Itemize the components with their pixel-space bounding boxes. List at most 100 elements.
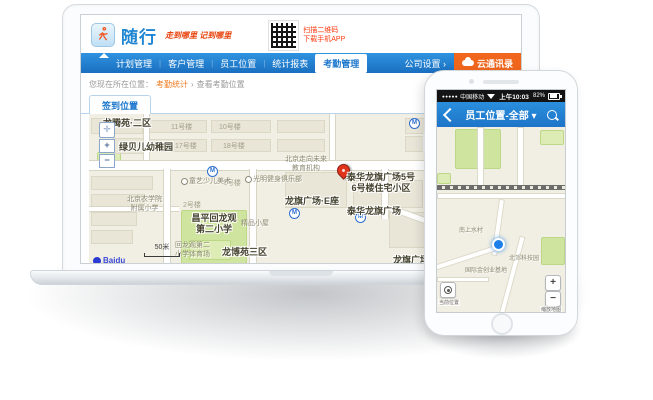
phone-zoom-out-button[interactable]: −: [545, 291, 561, 307]
map-scale: 50米: [144, 242, 180, 257]
poi-icon: [245, 175, 252, 183]
nav-item-customer[interactable]: 客户管理: [161, 57, 211, 70]
breadcrumb-prefix: 您现在所在位置：: [89, 80, 153, 89]
locate-caption: 当前位置: [438, 299, 461, 306]
map-label-stadium-line1: 回龙观第二: [175, 242, 210, 249]
map-green-area: [540, 130, 564, 145]
phone-map[interactable]: 南上水村 北郊科技园 国际金创业基地 当前位置 + − 缩放地图: [437, 127, 565, 312]
map-label-shop: 精品小屋: [241, 220, 269, 227]
breadcrumb-separator: ›: [191, 80, 194, 89]
map-label-art-school: 童艺少儿美术: [181, 176, 231, 186]
map-label-residence-line2: 6号楼住宅小区: [351, 183, 411, 194]
map-label-creative-base: 国际金创业基地: [465, 268, 508, 274]
brand-name: 随行: [121, 27, 157, 47]
runner-icon: [99, 27, 108, 41]
app-logo-icon: [91, 23, 115, 47]
caret-down-icon: ▾: [531, 111, 537, 122]
map-label-gym: 光明健身俱乐部: [245, 174, 302, 184]
qr-code: [268, 19, 300, 51]
locate-me-button[interactable]: [440, 282, 456, 298]
map-label-district-south: 龙博苑三区: [222, 247, 268, 257]
phone-nav-bar: 员工位置-全部 ▾: [437, 102, 565, 127]
signal-dots-icon: ●●●●●: [442, 93, 459, 99]
map-label-stadium: 回龙观第二 小学体育场: [175, 242, 210, 260]
front-camera: [469, 79, 474, 84]
map-label-agri-school: 北京农学院 附属小学: [127, 196, 162, 214]
tab-signin-location[interactable]: 签到位置: [89, 95, 152, 116]
nav-item-reports[interactable]: 统计报表: [265, 57, 315, 70]
nav-item-attendance-active[interactable]: 考勤管理: [315, 53, 368, 73]
map-scale-label: 50米: [154, 244, 170, 251]
map-label-agri-line1: 北京农学院: [127, 196, 162, 203]
map-scale-bar: [144, 253, 180, 257]
map-building: [91, 230, 133, 244]
map-label-residence: 泰华龙旗广场5号 6号楼住宅小区: [321, 172, 441, 195]
nav-home[interactable]: [91, 58, 109, 68]
home-button[interactable]: [491, 313, 513, 335]
map-label-village: 南上水村: [459, 228, 484, 234]
map-zoom-in-button[interactable]: +: [99, 139, 115, 153]
map-green-area: [541, 237, 565, 265]
cloud-contacts-label: 云通讯录: [476, 58, 513, 69]
cloud-icon: [461, 57, 474, 66]
map-label-school-line2: 第二小学: [195, 224, 232, 235]
map-building: [277, 120, 325, 133]
qr-caption-line2: 下载手机APP: [303, 36, 346, 43]
laptop-base-notch: [269, 271, 333, 276]
map-pan-zoom-control: ✛ + −: [99, 122, 115, 168]
battery-percent: 82%: [532, 93, 545, 99]
status-time: 上午10:03: [499, 94, 529, 101]
map-label-building: 2号楼: [183, 202, 201, 209]
phone-zoom-caption: 缩放地图: [540, 306, 563, 312]
map-label-building: 11号楼: [171, 124, 193, 131]
earpiece: [483, 80, 519, 84]
map-label-edu-line1: 北京走向未来: [285, 156, 327, 163]
map-label-edu: 北京走向未来 教育机构: [285, 156, 327, 174]
breadcrumb-link-attendance[interactable]: 考勤统计: [156, 79, 188, 90]
metro-station-icon: M: [289, 208, 300, 219]
phone-zoom-in-button[interactable]: +: [545, 275, 561, 291]
brand-tagline: 走到哪里 记到哪里: [165, 30, 232, 40]
qr-caption: 扫描二维码 下载手机APP: [303, 26, 345, 45]
breadcrumb-current: 查看考勤位置: [196, 80, 245, 89]
company-settings-link[interactable]: 公司设置 ›: [396, 57, 454, 70]
phone-title-text: 员工位置-全部: [465, 111, 529, 122]
phone-screen: ●●●●● 中国移动 上午10:03 82% 员工位置-全部 ▾ 南上水村 北郊…: [436, 89, 566, 313]
nav-item-plan[interactable]: 计划管理: [109, 57, 159, 70]
map-road: [437, 193, 565, 199]
map-label-building: 10号楼: [219, 124, 241, 131]
map-pan-pad[interactable]: ✛: [99, 122, 115, 138]
locate-icon: [444, 286, 452, 294]
map-label-building: 17号楼: [175, 143, 197, 150]
railway-line: [437, 185, 565, 190]
map-label-plaza-e: 龙旗广场·E座: [285, 196, 340, 206]
phone-status-bar: ●●●●● 中国移动 上午10:03 82%: [437, 90, 565, 102]
baidu-logo-text: Baidu: [103, 256, 126, 263]
search-icon[interactable]: [547, 109, 557, 120]
map-label-primary-school: 昌平回龙观 第二小学: [187, 213, 241, 236]
phone-body: ●●●●● 中国移动 上午10:03 82% 员工位置-全部 ▾ 南上水村 北郊…: [422, 70, 578, 336]
poi-icon: [181, 177, 188, 185]
phone-title-dropdown[interactable]: 员工位置-全部 ▾: [455, 107, 547, 122]
current-location-dot: [492, 238, 505, 251]
map-zoom-out-button[interactable]: −: [99, 154, 115, 168]
baidu-paw-icon: [93, 256, 101, 263]
map-label-school-line1: 昌平回龙观: [191, 213, 237, 223]
qr-caption-line1: 扫描二维码: [303, 26, 339, 34]
map-road: [329, 114, 336, 160]
map-label-plaza-main: 泰华龙旗广场: [347, 206, 402, 216]
map-label-tech-park: 北郊科技园: [509, 256, 540, 262]
map-road: [477, 127, 484, 187]
map-label-gym-text: 光明健身俱乐部: [253, 176, 302, 183]
baidu-logo: Baidu: [93, 256, 125, 263]
map-label-residence-line1: 泰华龙旗广场5号: [346, 172, 415, 182]
map-building: [91, 176, 153, 190]
nav-item-employee-location[interactable]: 员工位置: [213, 57, 263, 70]
carrier-label: 中国移动: [460, 94, 485, 101]
map-label-kindergarten: 绿贝儿幼稚园: [119, 142, 174, 152]
map-green-area: [437, 173, 451, 184]
map-road: [517, 127, 524, 187]
metro-station-icon: M: [409, 118, 420, 129]
map-label-art-school-text: 童艺少儿美术: [189, 178, 231, 185]
wifi-icon: [487, 93, 496, 99]
